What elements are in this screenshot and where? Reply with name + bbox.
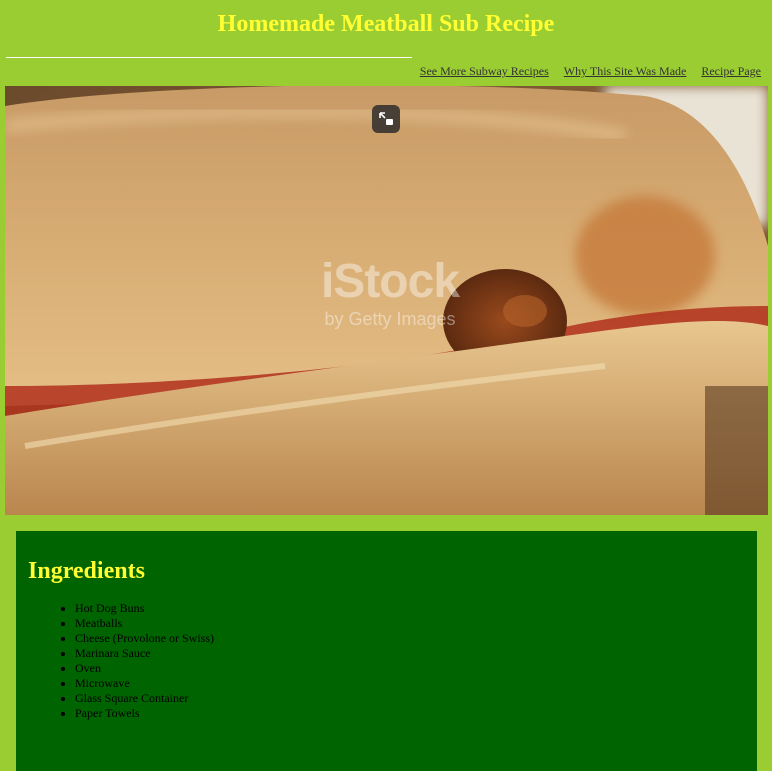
list-item: Oven [75,661,214,676]
list-item: Hot Dog Buns [75,601,214,616]
ingredients-heading: Ingredients [28,558,145,584]
ingredients-list: Hot Dog Buns Meatballs Cheese (Provolone… [75,601,214,721]
page-title: Homemade Meatball Sub Recipe [217,11,555,37]
expand-icon [379,112,393,125]
nav-link-why-site-made[interactable]: Why This Site Was Made [564,64,687,79]
list-item: Marinara Sauce [75,646,214,661]
nav-link-recipe-page[interactable]: Recipe Page [701,64,761,79]
top-nav: See More Subway Recipes Why This Site Wa… [420,64,761,79]
sandwich-image [5,86,768,515]
list-item: Microwave [75,676,214,691]
title-divider [6,57,412,58]
meatball-sub-photo: iStock by Getty Images [5,86,768,515]
list-item: Glass Square Container [75,691,214,706]
nav-link-subway-recipes[interactable]: See More Subway Recipes [420,64,549,79]
ingredients-card: Ingredients Hot Dog Buns Meatballs Chees… [16,531,757,771]
expand-button[interactable] [372,105,400,133]
list-item: Meatballs [75,616,214,631]
list-item: Cheese (Provolone or Swiss) [75,631,214,646]
list-item: Paper Towels [75,706,214,721]
